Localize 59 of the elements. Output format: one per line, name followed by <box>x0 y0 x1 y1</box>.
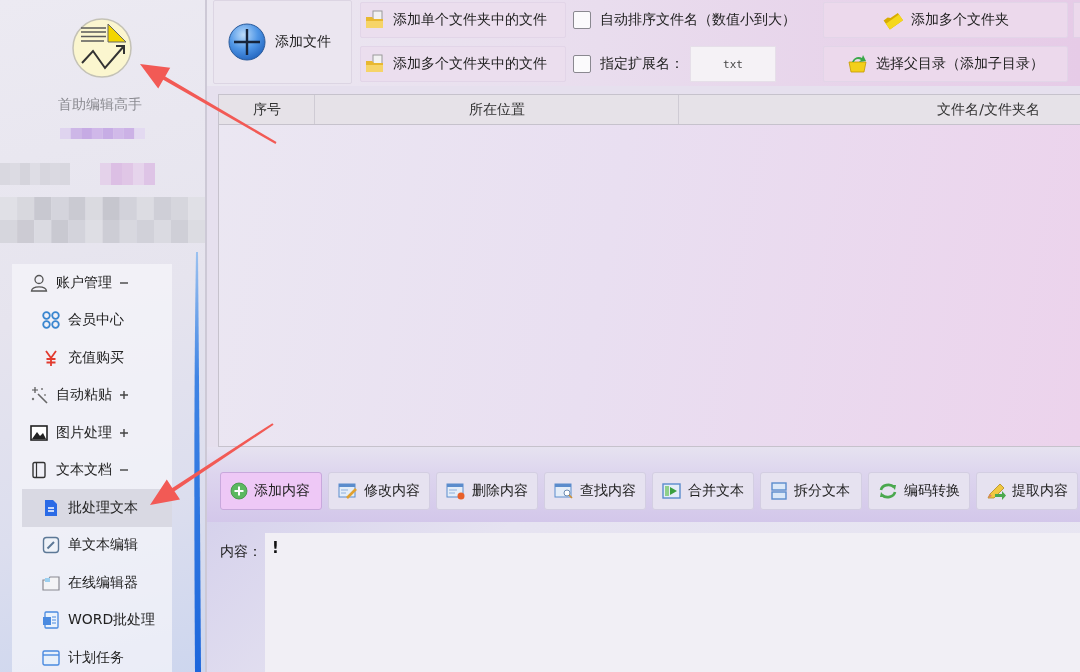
extension-field[interactable]: txt <box>690 46 776 82</box>
menu-item[interactable]: 批处理文本 <box>22 489 172 527</box>
add-folders-button[interactable]: 添加多个文件夹 <box>823 2 1068 38</box>
folder-icon <box>365 10 385 30</box>
yen-icon <box>42 348 60 367</box>
menu-group[interactable]: 文本文档 <box>12 451 172 489</box>
folder-arrow-icon <box>847 54 868 74</box>
action-button[interactable]: 合并文本 <box>652 472 754 510</box>
menu-group[interactable]: 账户管理 <box>12 264 172 302</box>
app-logo-icon <box>72 18 132 78</box>
action-button[interactable]: 删除内容 <box>436 472 538 510</box>
action-button[interactable]: 添加内容 <box>220 472 322 510</box>
picture-icon <box>30 423 48 442</box>
document-icon <box>42 498 60 517</box>
pixelated-block <box>100 163 155 185</box>
menu-item[interactable]: 充值购买 <box>22 339 172 377</box>
clover-icon <box>42 311 60 330</box>
notebook-icon <box>30 461 48 480</box>
content-field[interactable]: ! <box>265 533 1080 672</box>
menu-item[interactable]: 计划任务 <box>22 639 172 672</box>
menu-item[interactable]: 单文本编辑 <box>22 526 172 564</box>
split-icon <box>770 482 788 500</box>
window-play-icon <box>662 482 682 500</box>
folder-icon <box>365 54 385 74</box>
plus-circle-icon <box>230 482 248 500</box>
window-icon <box>42 648 60 667</box>
edit-icon <box>42 536 60 555</box>
menu-group[interactable]: 图片处理 <box>12 414 172 452</box>
person-icon <box>30 273 48 292</box>
action-button[interactable]: 拆分文本 <box>760 472 862 510</box>
menu-item[interactable]: 在线编辑器 <box>22 564 172 602</box>
action-button[interactable]: 修改内容 <box>328 472 430 510</box>
window-search-icon <box>554 482 574 500</box>
column-header: 所在位置 <box>315 95 679 124</box>
refresh-icon <box>878 482 898 500</box>
content-label: 内容： <box>220 543 263 561</box>
action-button[interactable]: 编码转换 <box>868 472 970 510</box>
app-name: 首助编辑高手 <box>58 96 142 112</box>
menu-item[interactable]: 会员中心 <box>22 301 172 339</box>
word-document-icon <box>42 611 60 630</box>
pencil-icon <box>986 482 1006 500</box>
menu-item[interactable]: WORD批处理 <box>22 601 172 639</box>
checkbox[interactable] <box>573 55 591 73</box>
action-button[interactable]: 提取内容 <box>976 472 1078 510</box>
add-file-button[interactable]: 添加文件 <box>213 0 352 84</box>
column-header: 文件名/文件夹名 <box>936 99 1041 119</box>
sparkle-icon <box>30 386 48 405</box>
add-folder-files-button[interactable]: 添加多个文件夹中的文件 <box>360 46 566 82</box>
checkbox-label: 指定扩展名： <box>600 55 684 73</box>
menu-group[interactable]: 自动粘贴 <box>12 376 172 414</box>
choose-parent-folder-button[interactable]: 选择父目录（添加子目录） <box>823 46 1068 82</box>
tray-icon <box>42 573 60 592</box>
folder-icon <box>882 10 903 30</box>
plus-circle-icon <box>228 23 266 61</box>
edit-window-icon <box>338 482 358 500</box>
checkbox-label: 自动排序文件名（数值小到大） <box>600 11 796 29</box>
add-folder-files-button[interactable]: 添加单个文件夹中的文件 <box>360 2 566 38</box>
action-button[interactable]: 查找内容 <box>544 472 646 510</box>
checkbox[interactable] <box>573 11 591 29</box>
